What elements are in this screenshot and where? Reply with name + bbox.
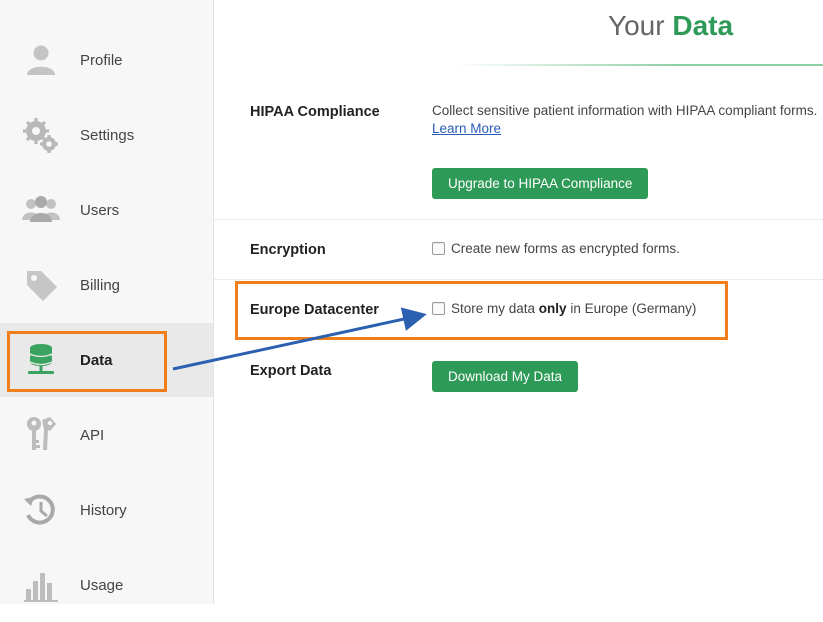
sidebar-item-api[interactable]: API: [0, 398, 213, 472]
divider: [214, 279, 823, 280]
europe-label-bold: only: [538, 301, 567, 316]
europe-label-pre: Store my data: [451, 301, 539, 316]
sidebar-item-data[interactable]: Data: [0, 323, 213, 397]
encryption-label: Encryption: [250, 242, 326, 258]
hipaa-description: Collect sensitive patient information wi…: [432, 103, 818, 118]
users-icon: [22, 191, 60, 229]
keys-icon: [22, 416, 60, 454]
encryption-checkbox-label: Create new forms as encrypted forms.: [451, 241, 680, 256]
page-title-accent: Data: [672, 10, 734, 41]
gears-icon: [22, 116, 60, 154]
europe-checkbox-label: Store my data only in Europe (Germany): [451, 301, 696, 316]
user-icon: [22, 41, 60, 79]
sidebar: Profile Settings Users Billing Data API …: [0, 0, 214, 604]
sidebar-item-label: Data: [80, 351, 113, 369]
learn-more-link[interactable]: Learn More: [432, 121, 501, 136]
europe-checkbox[interactable]: [432, 302, 445, 315]
sidebar-item-billing[interactable]: Billing: [0, 248, 213, 322]
sidebar-item-label: Settings: [80, 126, 135, 144]
upgrade-hipaa-button[interactable]: Upgrade to HIPAA Compliance: [432, 168, 649, 199]
main-content: Your Data HIPAA Compliance Collect sensi…: [214, 0, 823, 604]
europe-datacenter-label: Europe Datacenter: [250, 302, 379, 318]
sidebar-item-label: Usage: [80, 576, 124, 594]
divider: [214, 219, 823, 220]
europe-label-post: in Europe (Germany): [566, 301, 697, 316]
sidebar-item-label: API: [80, 426, 105, 444]
sidebar-item-label: Billing: [80, 276, 121, 294]
bar-chart-icon: [22, 566, 60, 604]
sidebar-item-label: Profile: [80, 51, 123, 69]
sidebar-item-history[interactable]: History: [0, 473, 213, 547]
sidebar-item-settings[interactable]: Settings: [0, 98, 213, 172]
europe-option[interactable]: Store my data only in Europe (Germany): [432, 301, 696, 316]
encryption-option[interactable]: Create new forms as encrypted forms.: [432, 241, 680, 256]
sidebar-item-label: History: [80, 501, 127, 519]
tag-icon: [22, 266, 60, 304]
encryption-checkbox[interactable]: [432, 242, 445, 255]
export-data-label: Export Data: [250, 363, 332, 379]
page-title-prefix: Your: [608, 10, 665, 41]
sidebar-item-users[interactable]: Users: [0, 173, 213, 247]
download-my-data-button[interactable]: Download My Data: [432, 361, 579, 392]
sidebar-item-label: Users: [80, 201, 120, 219]
sidebar-item-usage[interactable]: Usage: [0, 548, 213, 622]
hipaa-label: HIPAA Compliance: [250, 104, 380, 120]
sidebar-item-profile[interactable]: Profile: [0, 23, 213, 97]
title-underline: [454, 64, 823, 66]
database-icon: [22, 341, 60, 379]
history-icon: [22, 491, 60, 529]
page-title: Your Data: [608, 10, 733, 42]
